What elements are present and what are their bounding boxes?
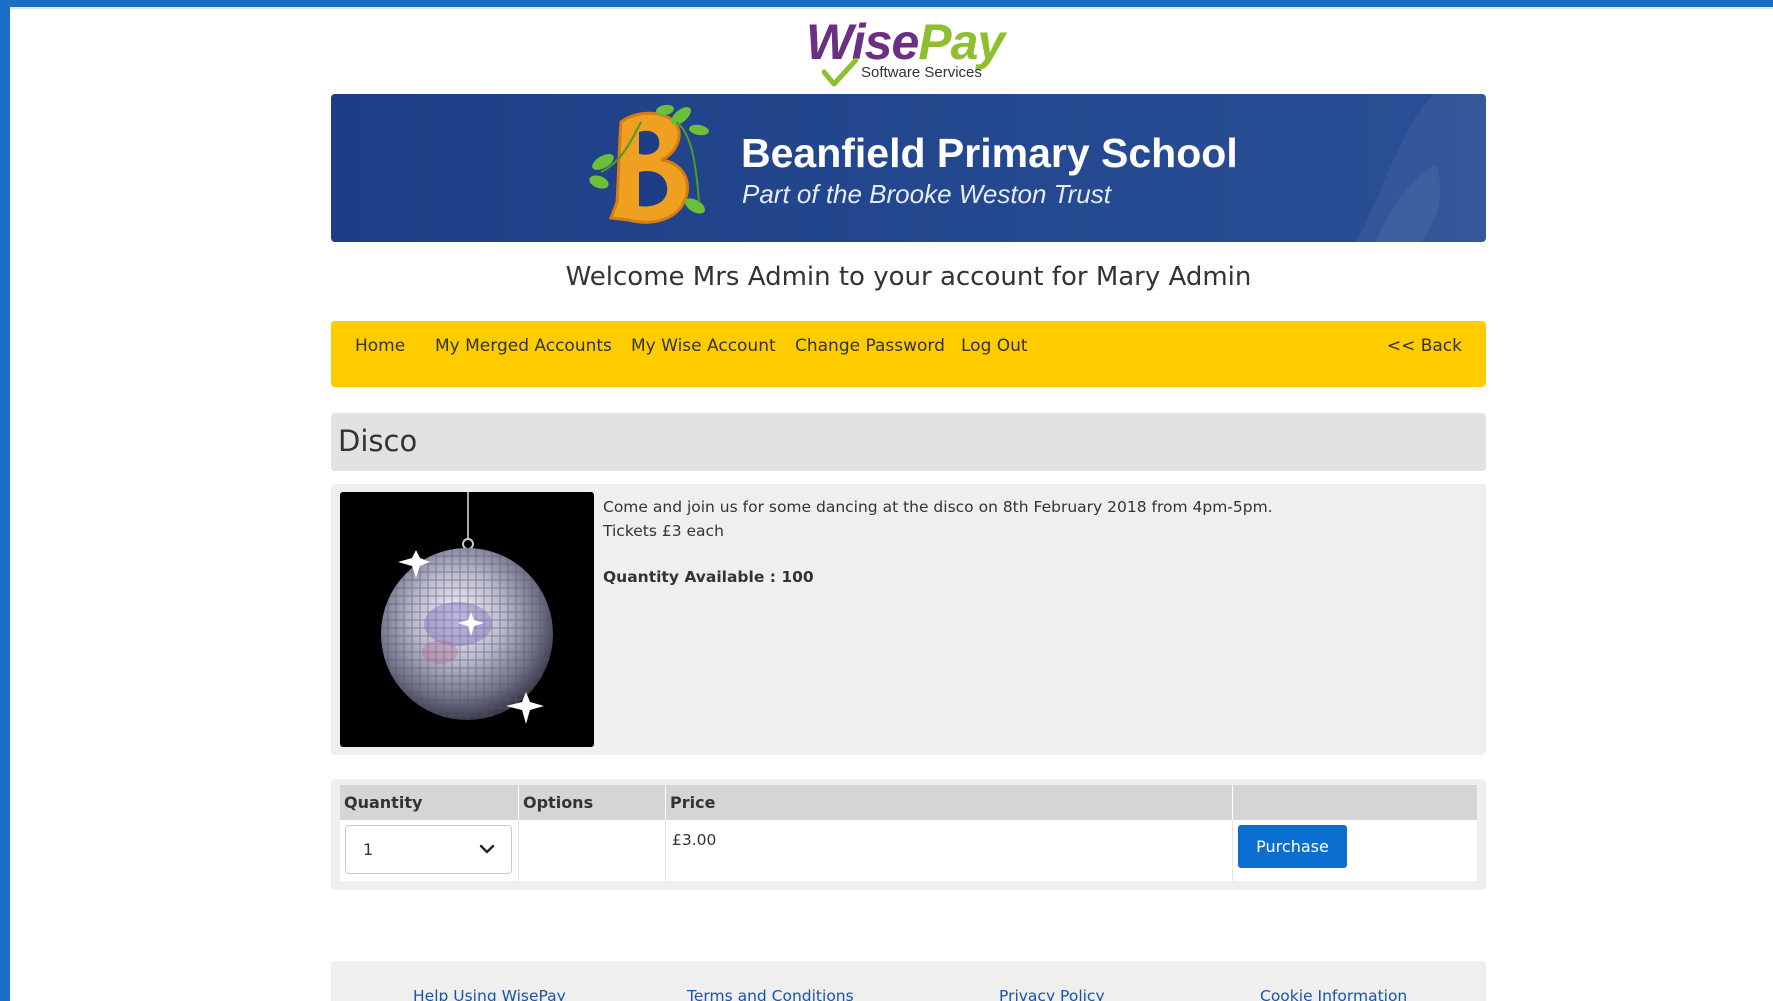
description-line-1: Come and join us for some dancing at the… [603, 498, 1273, 516]
quantity-select[interactable]: 1 [345, 825, 512, 874]
school-trust: Part of the Brooke Weston Trust [742, 179, 1111, 209]
quantity-select-value: 1 [363, 840, 374, 859]
quantity-available: Quantity Available : 100 [603, 568, 814, 586]
nav-my-wise-account[interactable]: My Wise Account [631, 336, 776, 356]
page-title-bar: Disco [331, 413, 1486, 471]
nav-home[interactable]: Home [355, 336, 405, 356]
disco-ball-icon [381, 492, 553, 724]
nav-change-password[interactable]: Change Password [795, 336, 945, 356]
school-name: Beanfield Primary School [741, 130, 1238, 176]
footer: Help Using WisePay Terms and Conditions … [331, 961, 1486, 1001]
product-detail-panel: Come and join us for some dancing at the… [331, 484, 1486, 755]
cell-quantity: 1 [340, 820, 519, 881]
page-title: Disco [338, 424, 418, 458]
header-options: Options [519, 785, 666, 820]
school-banner: Beanfield Primary School Part of the Bro… [331, 94, 1486, 242]
logo-word-pay: Pay [918, 14, 1005, 70]
cell-options [519, 820, 666, 881]
purchase-panel: Quantity Options Price 1 £3.00 Purchase [331, 779, 1486, 890]
footer-link-terms[interactable]: Terms and Conditions [687, 987, 854, 1001]
description-line-2: Tickets £3 each [603, 522, 724, 540]
nav-my-merged-accounts[interactable]: My Merged Accounts [435, 336, 612, 356]
footer-link-privacy[interactable]: Privacy Policy [999, 987, 1105, 1001]
cell-price: £3.00 [666, 820, 1233, 881]
window-frame-left [0, 0, 10, 1001]
checkmark-icon [822, 58, 858, 87]
cell-action: Purchase [1233, 820, 1477, 881]
window-frame-inner [10, 7, 1773, 9]
footer-link-cookie[interactable]: Cookie Information [1260, 987, 1407, 1001]
chevron-down-icon [479, 844, 495, 854]
window-frame-top [0, 0, 1773, 7]
product-description: Come and join us for some dancing at the… [603, 495, 1273, 543]
wisepay-logo[interactable]: WisePay Software Services [800, 12, 1020, 87]
school-crest-icon [589, 104, 709, 224]
header-price: Price [666, 785, 1233, 820]
header-quantity: Quantity [340, 785, 519, 820]
footer-link-help[interactable]: Help Using WisePay [413, 987, 566, 1001]
purchase-table: Quantity Options Price 1 £3.00 Purchase [340, 785, 1477, 881]
main-navbar: Home My Merged Accounts My Wise Account … [331, 321, 1486, 387]
nav-log-out[interactable]: Log Out [961, 336, 1028, 356]
welcome-message: Welcome Mrs Admin to your account for Ma… [565, 262, 1252, 292]
nav-back-link[interactable]: << Back [1387, 336, 1462, 356]
purchase-button[interactable]: Purchase [1238, 825, 1347, 868]
disco-ball-image [340, 492, 594, 747]
table-header-row: Quantity Options Price [340, 785, 1477, 820]
banner-decoration [1356, 94, 1486, 242]
header-action [1233, 785, 1477, 820]
price-value: £3.00 [672, 831, 717, 849]
logo-tagline: Software Services [861, 64, 982, 81]
